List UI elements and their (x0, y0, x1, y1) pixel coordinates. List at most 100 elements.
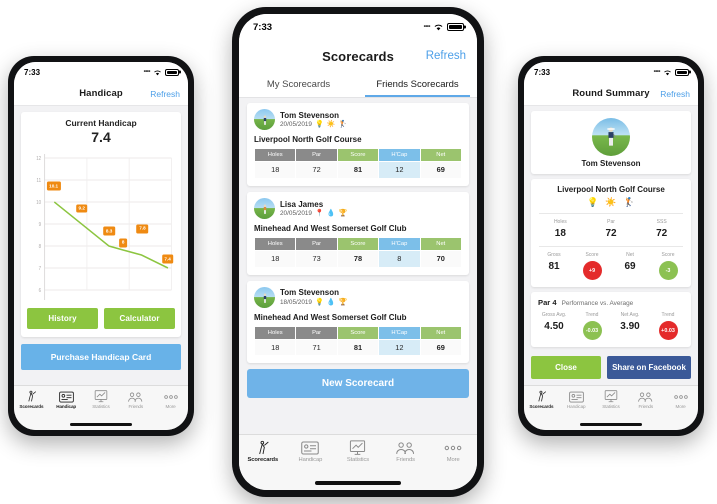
tab-more[interactable]: More (429, 440, 477, 463)
svg-text:6: 6 (39, 288, 42, 293)
scorecard-header: Tom Stevenson 18/05/2019 💡 💧 🏆 (254, 286, 462, 308)
cell-hcap: 12 (378, 338, 421, 357)
stat-gross-score: Score +9 (573, 252, 611, 280)
home-indicator (524, 419, 698, 430)
status-bar: 7:33 •••• (14, 62, 188, 82)
cell-holes: 18 (253, 338, 297, 357)
wifi-icon (664, 70, 671, 75)
status-indicators: •••• (144, 68, 179, 76)
stat-value: 3.90 (620, 321, 640, 332)
scorecard-player-info: Tom Stevenson 18/05/2019 💡 💧 🏆 (280, 288, 347, 305)
stat-gross-avg: Gross Avg. 4.50 (535, 312, 573, 340)
pin-icon: 📍 (315, 209, 324, 217)
close-button[interactable]: Close (531, 356, 601, 379)
page-title: Scorecards (322, 48, 394, 64)
handicap-content: Current Handicap 7.4 12 11 10 9 8 7 6 10… (14, 106, 188, 385)
col-score: Score (336, 148, 380, 162)
wifi-icon (434, 24, 443, 31)
stat-label: Trend (661, 312, 675, 318)
status-badge: +9 (582, 261, 602, 280)
stat-label: Holes (553, 219, 567, 225)
refresh-button[interactable]: Refresh (426, 50, 466, 62)
tab-handicap[interactable]: Handicap (49, 390, 84, 409)
course-name: Liverpool North Golf Course (254, 135, 362, 144)
status-bar: 7:33 •••• (239, 14, 477, 40)
tab-more[interactable]: More (663, 390, 698, 409)
card-icon (568, 390, 584, 403)
refresh-button[interactable]: Refresh (660, 89, 690, 99)
status-bar: 7:33 •••• (524, 62, 698, 82)
tab-scorecards[interactable]: Scorecards (239, 440, 287, 463)
svg-text:11: 11 (37, 178, 42, 183)
tab-statistics[interactable]: Statistics (84, 390, 119, 409)
tab-label: Friends (396, 457, 415, 463)
golfer-icon (25, 390, 38, 403)
tab-label: Scorecards (19, 404, 44, 409)
stat-gross-trend: Trend -0.03 (573, 312, 611, 340)
scorecard-table: Holes Par Score H'Cap Net 18 72 81 12 69 (253, 148, 463, 179)
scorecard-header: Lisa James 20/05/2019 📍 💧 🏆 (254, 197, 462, 219)
purchase-handicap-card-button[interactable]: Purchase Handicap Card (21, 344, 181, 370)
round-stats: Holes 18 Par 72 SSS 72 (531, 214, 691, 246)
tab-friends[interactable]: Friends (118, 390, 153, 409)
ellipsis-icon (443, 440, 463, 456)
tab-statistics[interactable]: Statistics (594, 390, 629, 409)
table-row: 18 71 81 12 69 (253, 338, 463, 357)
par-performance-card: Par 4 Performance vs. Average Gross Avg.… (531, 292, 691, 347)
cell-score: 78 (336, 249, 380, 268)
golfer-badge-icon: 🏌️ (623, 197, 635, 207)
tab-handicap[interactable]: Handicap (287, 440, 335, 463)
scorecard-item[interactable]: Tom Stevenson 20/05/2019 💡 ☀️ 🏌️ Liverpo… (247, 103, 469, 186)
phone-right: 7:33 •••• Round Summary Refresh Tom Stev… (518, 56, 704, 436)
round-card: Liverpool North Golf Course 💡 ☀️ 🏌️ Hole… (531, 179, 691, 287)
stat-label: Trend (585, 312, 599, 318)
stat-label: Gross Avg. (541, 312, 567, 318)
par-title: Par 4 (538, 298, 557, 307)
tab-friends[interactable]: Friends (382, 440, 430, 463)
new-scorecard-button[interactable]: New Scorecard (247, 369, 469, 399)
tab-scorecards[interactable]: Scorecards (524, 390, 559, 409)
tab-friends[interactable]: Friends (628, 390, 663, 409)
col-score: Score (336, 325, 380, 340)
table-row: 18 72 81 12 69 (253, 161, 463, 179)
droplet-icon: 💧 (326, 298, 336, 306)
course-name: Minehead And West Somerset Golf Club (254, 312, 407, 322)
round-date: 20/05/2019 (280, 209, 312, 217)
col-hcap: H'Cap (378, 148, 421, 162)
cell-net: 69 (419, 338, 463, 357)
tab-handicap[interactable]: Handicap (559, 390, 594, 409)
badge-icon: 💡 (587, 197, 599, 207)
stat-net-score: Score -3 (649, 252, 687, 280)
badge-icon: 💡 (315, 298, 324, 306)
phone-center-screen: 7:33 •••• Scorecards Refresh My Scorecar… (239, 14, 477, 490)
refresh-button[interactable]: Refresh (150, 89, 180, 99)
col-net: Net (419, 236, 463, 251)
col-score: Score (336, 236, 380, 251)
golfer-figure-icon (263, 293, 266, 303)
stat-value: 18 (554, 228, 566, 239)
history-button[interactable]: History (27, 308, 98, 329)
round-summary-actions: Close Share on Facebook (524, 352, 698, 385)
tab-scorecards[interactable]: Scorecards (14, 390, 49, 409)
golfer-badge-icon: 🏌️ (338, 121, 348, 129)
share-facebook-button[interactable]: Share on Facebook (607, 356, 691, 379)
card-icon (301, 440, 320, 456)
people-icon (396, 440, 415, 456)
stat-label: Par (607, 219, 615, 225)
tab-friends-scorecards[interactable]: Friends Scorecards (358, 72, 477, 97)
table-header-row: Holes Par Score H'Cap Net (253, 236, 463, 251)
scorecard-item[interactable]: Tom Stevenson 18/05/2019 💡 💧 🏆 Minehead … (247, 280, 469, 364)
col-hcap: H'Cap (378, 325, 421, 340)
calculator-button[interactable]: Calculator (104, 308, 175, 329)
tab-more[interactable]: More (153, 390, 188, 409)
scorecard-item[interactable]: Lisa James 20/05/2019 📍 💧 🏆 Minehead And… (247, 191, 469, 275)
tab-my-scorecards[interactable]: My Scorecards (239, 72, 358, 97)
cell-net: 70 (419, 249, 463, 268)
phone-left: 7:33 •••• Handicap Refresh Current Handi… (8, 56, 194, 436)
status-badge: -3 (658, 261, 678, 280)
cell-hcap: 8 (378, 249, 421, 268)
tab-label: My Scorecards (266, 79, 331, 90)
player-name: Tom Stevenson (280, 110, 339, 120)
nav-bar: Scorecards Refresh (239, 40, 477, 72)
tab-statistics[interactable]: Statistics (334, 440, 382, 463)
